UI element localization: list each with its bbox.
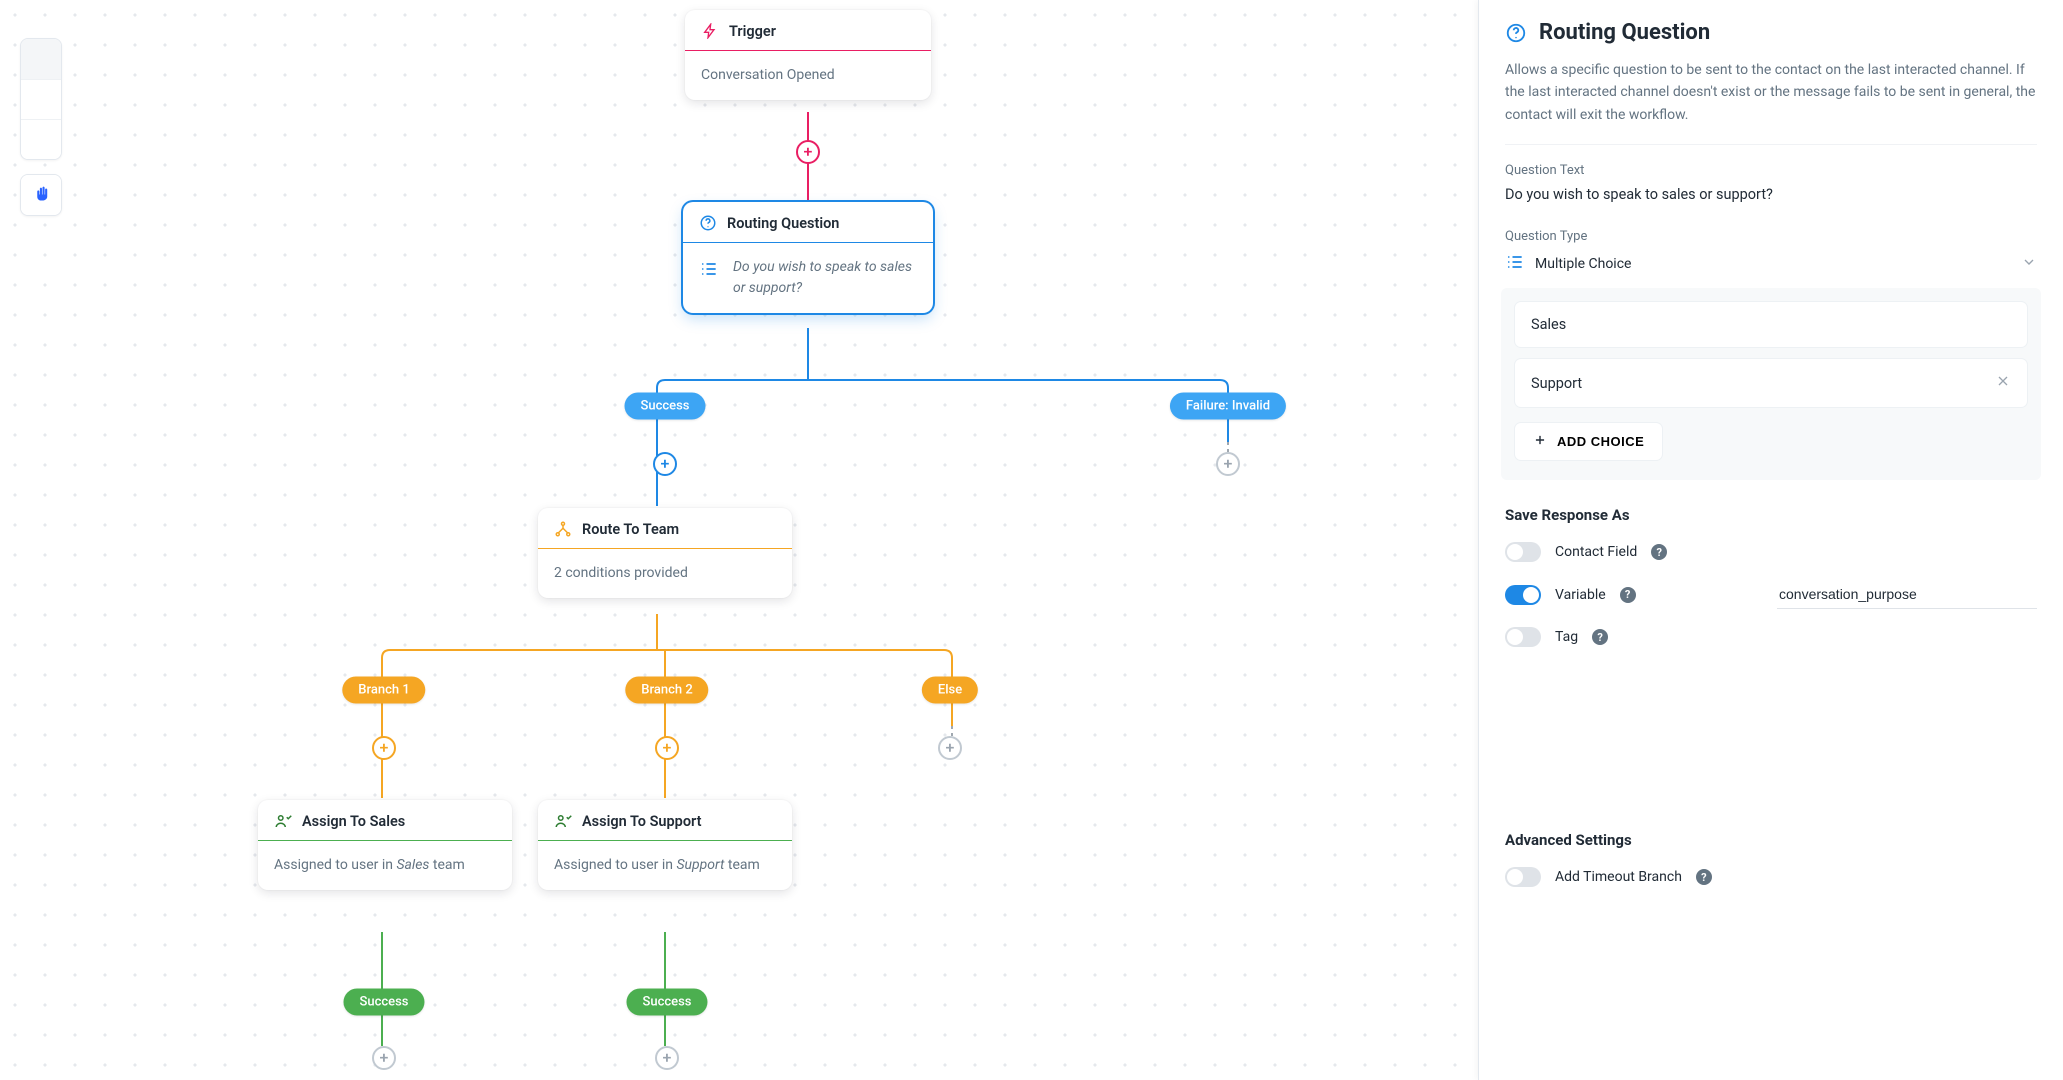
node-title: Route To Team <box>582 521 679 538</box>
choice-label: Sales <box>1531 316 1566 333</box>
workflow-canvas[interactable]: Trigger Conversation Opened Routing Ques… <box>0 0 1478 1080</box>
save-response-heading: Save Response As <box>1505 506 2037 524</box>
question-text-label: Question Text <box>1505 163 2037 178</box>
edge-label-success: Success <box>343 989 424 1016</box>
zoom-out-button[interactable] <box>21 79 61 119</box>
add-step-button[interactable] <box>372 736 396 760</box>
node-body: Do you wish to speak to sales or support… <box>733 257 917 299</box>
list-icon <box>1505 252 1525 276</box>
help-icon[interactable]: ? <box>1696 869 1712 885</box>
panel-title: Routing Question <box>1505 20 2037 45</box>
node-title: Routing Question <box>727 215 839 232</box>
choice-item[interactable]: Support <box>1515 359 2027 407</box>
choices-list: Sales Support ADD CHOICE <box>1501 288 2041 480</box>
center-view-button[interactable] <box>21 119 61 159</box>
node-trigger[interactable]: Trigger Conversation Opened <box>685 10 931 100</box>
tag-toggle[interactable] <box>1505 627 1541 647</box>
help-icon[interactable]: ? <box>1651 544 1667 560</box>
plus-icon <box>1533 433 1547 450</box>
contact-field-toggle[interactable] <box>1505 542 1541 562</box>
help-icon[interactable]: ? <box>1620 587 1636 603</box>
add-step-button[interactable] <box>653 452 677 476</box>
timeout-branch-toggle[interactable] <box>1505 867 1541 887</box>
add-step-button[interactable] <box>655 736 679 760</box>
zoom-in-button[interactable] <box>21 39 61 79</box>
save-as-tag-row: Tag ? <box>1505 627 2037 647</box>
node-body: Assigned to user in Sales team <box>258 841 512 890</box>
chevron-down-icon <box>2021 254 2037 274</box>
variable-name-input[interactable] <box>1777 580 2037 609</box>
edge-label-branch-2: Branch 2 <box>625 677 708 704</box>
user-assign-icon <box>274 812 292 830</box>
choice-label: Support <box>1531 375 1582 392</box>
add-step-button[interactable] <box>796 140 820 164</box>
node-body: Assigned to user in Support team <box>538 841 792 890</box>
node-body: 2 conditions provided <box>538 549 792 598</box>
edge-label-branch-1: Branch 1 <box>342 677 425 704</box>
save-as-contact-field-row: Contact Field ? <box>1505 542 2037 562</box>
collapse-panel-button[interactable] <box>1478 0 1479 34</box>
save-as-variable-row: Variable ? <box>1505 580 2037 609</box>
hand-icon <box>32 184 50 207</box>
toggle-label: Add Timeout Branch <box>1555 869 1682 885</box>
node-assign-to-support[interactable]: Assign To Support Assigned to user in Su… <box>538 800 792 890</box>
edge-label-failure-invalid: Failure: Invalid <box>1170 393 1286 420</box>
question-type-label: Question Type <box>1505 229 2037 244</box>
toggle-label: Contact Field <box>1555 544 1637 560</box>
question-type-select[interactable]: Multiple Choice <box>1505 252 2037 276</box>
node-body: Conversation Opened <box>685 51 931 100</box>
question-type-value: Multiple Choice <box>1535 256 1631 272</box>
variable-toggle[interactable] <box>1505 585 1541 605</box>
add-timeout-branch-row: Add Timeout Branch ? <box>1505 867 2037 887</box>
node-title: Trigger <box>729 23 776 40</box>
lightning-icon <box>701 22 719 40</box>
add-step-button[interactable] <box>1216 452 1240 476</box>
question-text-value[interactable]: Do you wish to speak to sales or support… <box>1505 186 2037 203</box>
remove-choice-button[interactable] <box>1995 373 2011 393</box>
add-choice-button[interactable]: ADD CHOICE <box>1515 423 1662 460</box>
help-icon[interactable]: ? <box>1592 629 1608 645</box>
panel-description: Allows a specific question to be sent to… <box>1505 59 2037 145</box>
edge-label-success: Success <box>624 393 705 420</box>
edge-label-else: Else <box>922 677 978 704</box>
pan-tool-button[interactable] <box>21 175 61 215</box>
question-icon <box>699 214 717 232</box>
node-route-to-team[interactable]: Route To Team 2 conditions provided <box>538 508 792 598</box>
advanced-settings-heading: Advanced Settings <box>1505 831 2037 849</box>
choice-item[interactable]: Sales <box>1515 302 2027 347</box>
node-assign-to-sales[interactable]: Assign To Sales Assigned to user in Sale… <box>258 800 512 890</box>
canvas-toolbar <box>20 38 62 230</box>
edge-label-success: Success <box>626 989 707 1016</box>
add-step-button[interactable] <box>655 1046 679 1070</box>
route-icon <box>554 520 572 538</box>
toggle-label: Tag <box>1555 629 1578 645</box>
list-icon <box>699 259 721 286</box>
add-step-button[interactable] <box>372 1046 396 1070</box>
add-step-button[interactable] <box>938 736 962 760</box>
user-assign-icon <box>554 812 572 830</box>
node-title: Assign To Support <box>582 813 701 830</box>
toggle-label: Variable <box>1555 587 1606 603</box>
node-title: Assign To Sales <box>302 813 405 830</box>
question-icon <box>1505 22 1527 44</box>
inspector-panel: Routing Question Allows a specific quest… <box>1478 0 2063 1080</box>
node-routing-question[interactable]: Routing Question Do you wish to speak to… <box>683 202 933 313</box>
